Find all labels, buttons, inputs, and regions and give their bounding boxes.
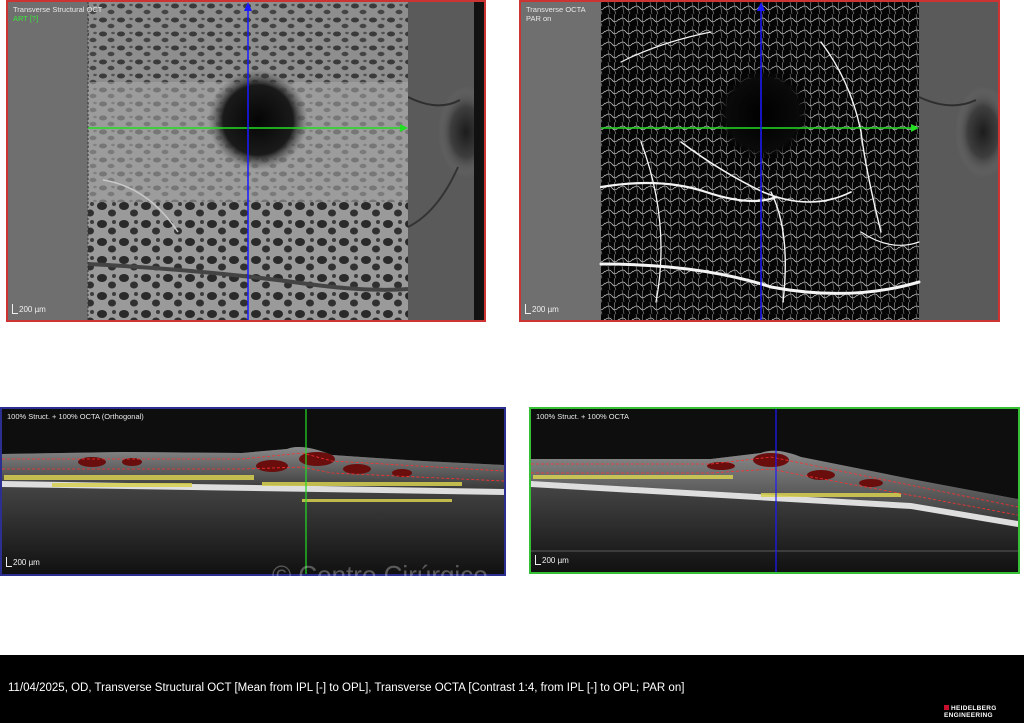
structural-oct-title: Transverse Structural OCT — [13, 5, 103, 14]
octa-title: Transverse OCTA — [526, 5, 586, 14]
structural-oct-label: Transverse Structural OCT ART [?] — [13, 5, 102, 23]
scale-bar-icon — [535, 555, 541, 565]
structural-oct-sublabel: ART [?] — [13, 14, 39, 23]
octa-label: Transverse OCTA PAR on — [526, 5, 586, 23]
structural-oct-panel[interactable]: Transverse Structural OCT ART [?] 200 µm — [6, 0, 486, 322]
bscan-image — [531, 409, 1018, 572]
watermark: © Centro Cirúrgico — [272, 560, 488, 590]
bscan-orthogonal-scale-bar: 200 µm — [6, 557, 40, 567]
scale-bar-label: 200 µm — [19, 305, 46, 314]
scale-bar-label: 200 µm — [542, 556, 569, 565]
octa-image — [521, 2, 998, 320]
scale-bar-icon — [12, 304, 18, 314]
bscan-orthogonal-label: 100% Struct. + 100% OCTA (Orthogonal) — [7, 412, 144, 421]
structural-oct-image — [8, 2, 484, 320]
logo-mark-icon — [944, 705, 949, 710]
octa-sublabel: PAR on — [526, 14, 552, 23]
bscan-orthogonal-panel[interactable]: 100% Struct. + 100% OCTA (Orthogonal) 20… — [0, 407, 506, 576]
bscan-scale-bar: 200 µm — [535, 555, 569, 565]
logo-line1: HEIDELBERG — [951, 705, 997, 712]
bscan-panel[interactable]: 100% Struct. + 100% OCTA 200 µm — [529, 407, 1020, 574]
octa-panel[interactable]: Transverse OCTA PAR on 200 µm — [519, 0, 1000, 322]
heidelberg-logo: HEIDELBERG ENGINEERING — [944, 705, 997, 719]
structural-oct-scale-bar: 200 µm — [12, 304, 46, 314]
scale-bar-icon — [525, 304, 531, 314]
footer-bar: 11/04/2025, OD, Transverse Structural OC… — [0, 655, 1024, 723]
scale-bar-label: 200 µm — [13, 558, 40, 567]
octa-scale-bar: 200 µm — [525, 304, 559, 314]
acquisition-caption: 11/04/2025, OD, Transverse Structural OC… — [8, 682, 685, 694]
logo-line2: ENGINEERING — [944, 712, 993, 719]
bscan-orthogonal-image — [2, 409, 504, 574]
scale-bar-label: 200 µm — [532, 305, 559, 314]
scale-bar-icon — [6, 557, 12, 567]
bscan-label: 100% Struct. + 100% OCTA — [536, 412, 630, 421]
